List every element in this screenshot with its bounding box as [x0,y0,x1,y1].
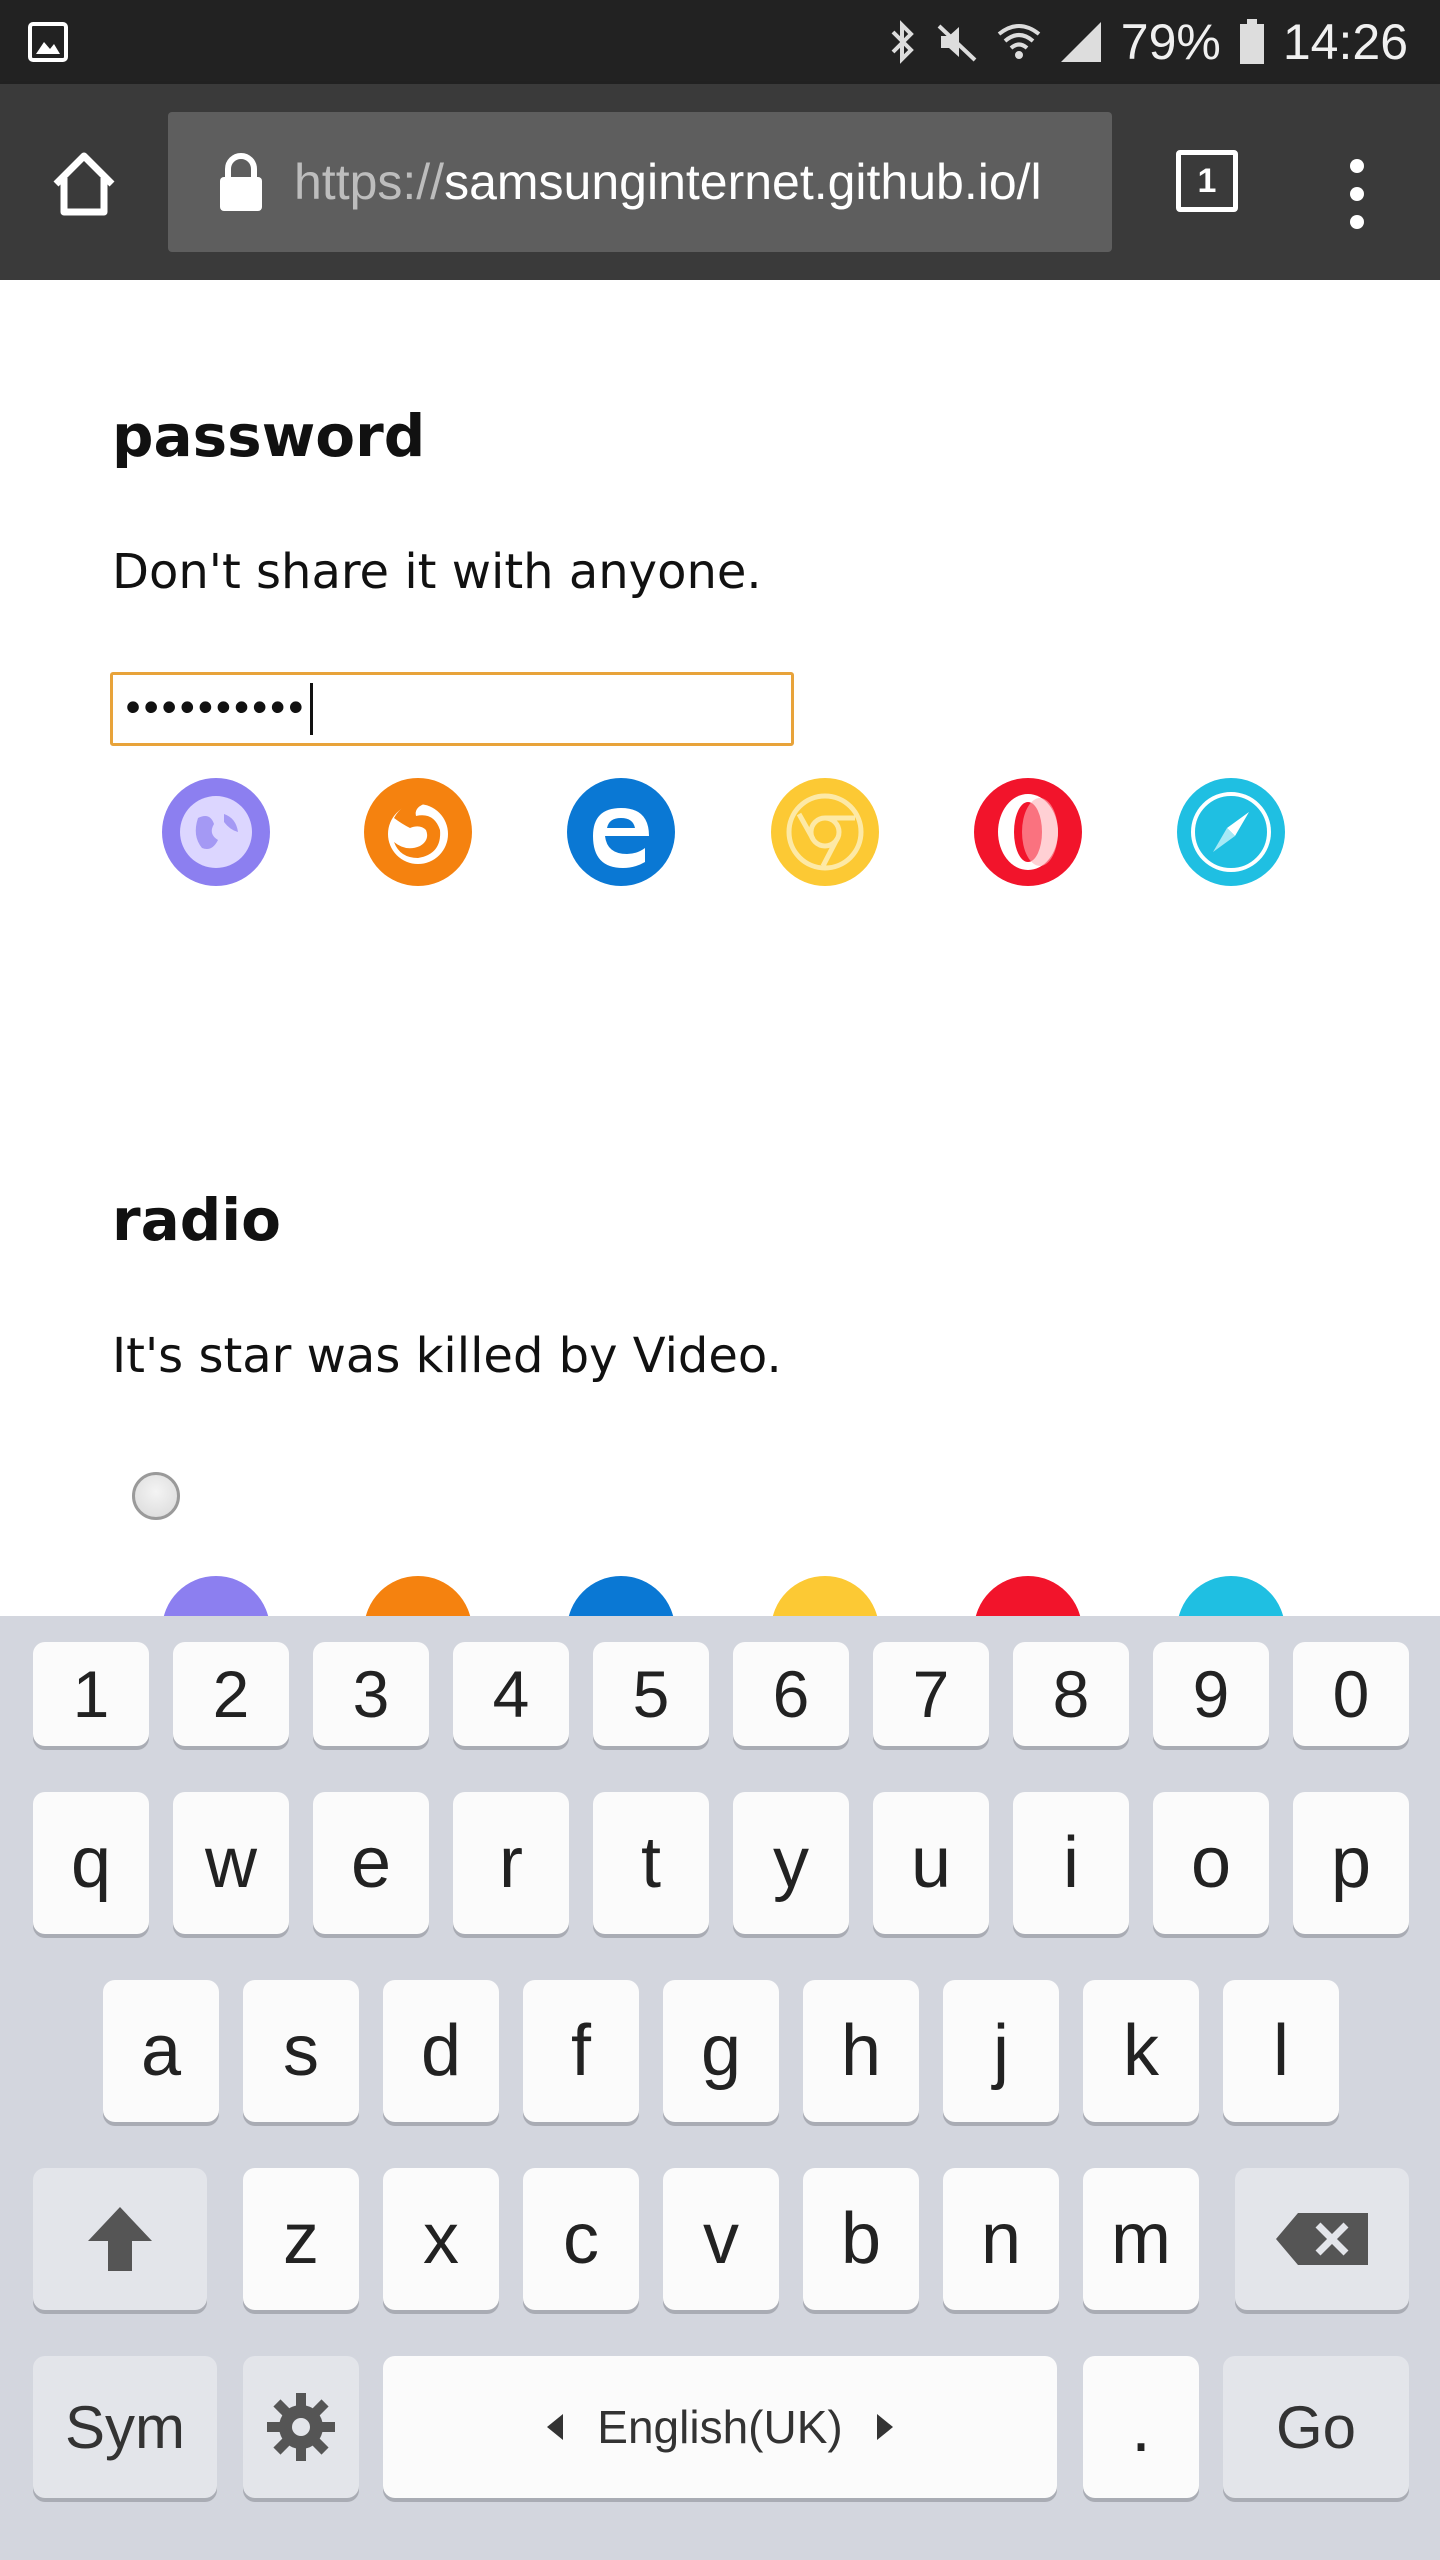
key-b[interactable]: b [803,2168,919,2310]
address-bar[interactable]: https://samsunginternet.github.io/l [168,112,1112,252]
browser-support-row-2 [0,1576,1440,1616]
safari-icon [1177,1576,1285,1616]
sym-key[interactable]: Sym [33,2356,217,2498]
gear-icon [267,2393,335,2461]
key-8[interactable]: 8 [1013,1642,1129,1746]
edge-icon [567,778,675,886]
opera-icon [974,1576,1082,1616]
shift-arrow-icon [88,2207,152,2271]
key-n[interactable]: n [943,2168,1059,2310]
key-f[interactable]: f [523,1980,639,2122]
key-h[interactable]: h [803,1980,919,2122]
key-5[interactable]: 5 [593,1642,709,1746]
firefox-icon [364,778,472,886]
browser-support-row [0,778,1440,898]
key-t[interactable]: t [593,1792,709,1934]
chevron-left-icon [547,2414,564,2440]
key-q[interactable]: q [33,1792,149,1934]
opera-icon [974,778,1082,886]
key-1[interactable]: 1 [33,1642,149,1746]
battery-percent: 79% [1120,14,1221,70]
samsung-internet-icon [162,778,270,886]
text-caret [309,683,313,735]
chevron-right-icon [876,2414,893,2440]
clock: 14:26 [1282,14,1408,70]
tabs-button[interactable]: 1 [1176,150,1238,212]
key-2[interactable]: 2 [173,1642,289,1746]
mute-icon [935,20,979,64]
key-x[interactable]: x [383,2168,499,2310]
samsung-internet-icon [162,1576,270,1616]
password-value: •••••••••• [121,686,308,732]
space-key[interactable]: English(UK) [383,2356,1057,2498]
bluetooth-icon [889,20,917,64]
go-key[interactable]: Go [1223,2356,1409,2498]
status-bar: 79% 14:26 [0,0,1440,84]
section-title-radio: radio [112,1186,281,1254]
safari-icon [1177,778,1285,886]
key-l[interactable]: l [1223,1980,1339,2122]
chrome-icon [771,1576,879,1616]
more-menu-icon[interactable] [1342,154,1372,234]
key-7[interactable]: 7 [873,1642,989,1746]
signal-icon [1059,20,1103,64]
key-d[interactable]: d [383,1980,499,2122]
gallery-notification-icon [28,22,68,66]
edge-icon [567,1576,675,1616]
key-a[interactable]: a [103,1980,219,2122]
key-z[interactable]: z [243,2168,359,2310]
section-title-password: password [112,402,426,470]
shift-key[interactable] [33,2168,207,2310]
key-v[interactable]: v [663,2168,779,2310]
on-screen-keyboard: 1 2 3 4 5 6 7 8 9 0 q w e r t y u i o p … [0,1616,1440,2560]
key-4[interactable]: 4 [453,1642,569,1746]
key-e[interactable]: e [313,1792,429,1934]
firefox-icon [364,1576,472,1616]
wifi-icon [997,20,1041,64]
chrome-icon [771,778,879,886]
section-description-radio: It's star was killed by Video. [112,1328,782,1384]
url-text: https://samsunginternet.github.io/l [294,154,1042,210]
key-9[interactable]: 9 [1153,1642,1269,1746]
settings-key[interactable] [243,2356,359,2498]
key-6[interactable]: 6 [733,1642,849,1746]
backspace-icon [1276,2213,1368,2265]
battery-icon [1239,19,1265,65]
key-w[interactable]: w [173,1792,289,1934]
key-s[interactable]: s [243,1980,359,2122]
key-p[interactable]: p [1293,1792,1409,1934]
key-j[interactable]: j [943,1980,1059,2122]
password-input[interactable]: •••••••••• [110,672,794,746]
radio-button[interactable] [132,1472,180,1520]
section-description-password: Don't share it with anyone. [112,544,762,600]
key-c[interactable]: c [523,2168,639,2310]
home-icon[interactable] [48,148,120,220]
key-3[interactable]: 3 [313,1642,429,1746]
key-u[interactable]: u [873,1792,989,1934]
lock-icon [220,153,262,211]
key-y[interactable]: y [733,1792,849,1934]
keyboard-language-label: English(UK) [597,2401,843,2453]
key-o[interactable]: o [1153,1792,1269,1934]
key-m[interactable]: m [1083,2168,1199,2310]
key-g[interactable]: g [663,1980,779,2122]
period-key[interactable]: . [1083,2356,1199,2498]
key-r[interactable]: r [453,1792,569,1934]
key-k[interactable]: k [1083,1980,1199,2122]
key-0[interactable]: 0 [1293,1642,1409,1746]
page-content: password Don't share it with anyone. •••… [0,280,1440,1616]
backspace-key[interactable] [1235,2168,1409,2310]
browser-toolbar: https://samsunginternet.github.io/l 1 [0,84,1440,280]
key-i[interactable]: i [1013,1792,1129,1934]
